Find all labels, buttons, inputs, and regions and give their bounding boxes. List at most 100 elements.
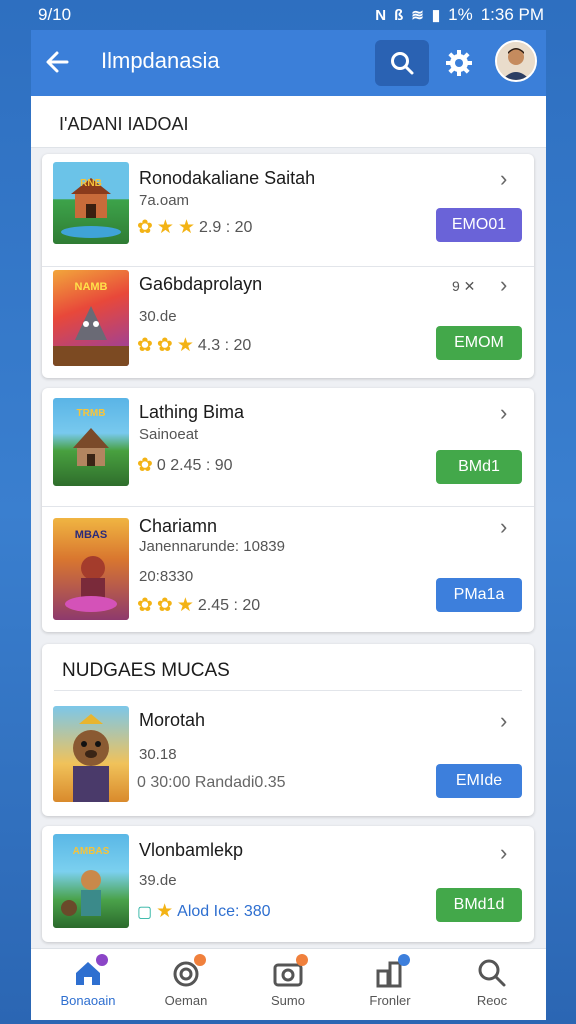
avatar[interactable] [495,40,537,82]
game-subtitle: 7a.oam [139,192,190,209]
search-icon [391,52,414,75]
game-thumbnail: MBAS [53,518,129,620]
star-icon: ★ [176,335,194,356]
game-rating: ✿ 0 2.45 : 90 [137,454,233,477]
game-subtitle: Sainoeat [139,426,199,443]
bluetooth-icon: ß [394,6,404,24]
section-title: NUDGAES MUCAS [62,660,230,681]
game-title: Lathing Bima [139,402,245,422]
game-thumbnail: AMBAS [53,834,129,928]
star-icon: ★ [176,595,194,616]
nav-label: Fronler [369,993,411,1008]
app-bar: Ilmpdanasia [31,30,546,96]
divider [42,506,534,507]
chevron-right-icon[interactable]: › [500,840,507,866]
game-subtitle: Janennarunde: 10839 [139,538,285,555]
rating-text: 0 30:00 Randadi0.35 [137,774,286,791]
signal-icon: ▮ [431,7,441,24]
game-rating: ▢ ★ Alod Ice: 380 [137,900,271,923]
game-title: Chariamn [139,516,218,536]
app-screen: Ilmpdanasia I'ADANI IADOAI RNB Ronodakal… [31,30,546,1020]
svg-text:MBAS: MBAS [75,529,107,541]
star-icon: ✿ [137,217,153,238]
nfc-icon: N [375,6,387,24]
settings-button[interactable] [439,43,479,83]
action-button[interactable]: EMIde [436,764,522,798]
game-subtitle: 30.18 [139,746,177,763]
section-title: I'ADANI IADOAI [59,114,189,134]
list-item[interactable]: Morotah 30.18 0 30:00 Randadi0.35 › EMId… [42,694,534,814]
game-subtitle: 39.de [139,872,177,889]
list-item[interactable]: TRMB Lathing Bima Sainoeat ✿ 0 2.45 : 90… [42,388,534,506]
list-item[interactable]: NAMB Ga6bdaprolayn 30.de ✿ ✿ ★ 4.3 : 20 … [42,266,534,378]
status-clock: 1:36 PM [480,5,544,24]
list-item[interactable]: RNB Ronodakaliane Saitah 7a.oam ✿ ★ ★ 2.… [42,154,534,266]
chevron-right-icon[interactable]: › [500,514,507,540]
list-item[interactable]: AMBAS Vlonbamlekp 39.de ▢ ★ Alod Ice: 38… [42,826,534,942]
notification-badge [96,954,108,966]
game-thumbnail: RNB [53,162,129,244]
rating-text: 4.3 : 20 [197,336,252,354]
svg-text:TRMB: TRMB [77,408,106,419]
game-title: Ronodakaliane Saitah [139,168,316,188]
camera-icon [272,954,308,989]
search-button[interactable] [375,40,429,86]
star-icon: ✿ [156,595,173,616]
nav-label: Reoc [476,993,508,1008]
chevron-right-icon[interactable]: › [500,708,507,734]
svg-text:NAMB: NAMB [75,281,108,293]
notification-badge [194,954,206,966]
search-icon [476,957,508,989]
action-button[interactable]: BMd1d [436,888,522,922]
svg-text:RNB: RNB [80,178,102,189]
chevron-right-icon[interactable]: › [500,272,507,298]
divider [54,690,522,691]
status-bar: 9/10 N ß ≋ ▮ 1% 1:36 PM [0,0,576,30]
game-subtitle: 30.de [139,308,177,325]
nav-label: Oeman [164,993,208,1008]
nav-label: Sumo [271,993,305,1008]
game-title: Morotah [139,710,206,730]
chevron-right-icon[interactable]: › [500,400,507,426]
section-card: NUDGAES MUCAS Morotah 30.18 0 30:00 Rand… [42,644,534,816]
action-button[interactable]: EMOM [436,326,522,360]
game-thumbnail: NAMB [53,270,129,366]
battery-level: 1% [448,5,473,24]
nav-item-search[interactable]: Reoc [447,957,537,1008]
rating-text: Alod Ice: 380 [177,902,271,920]
game-card: TRMB Lathing Bima Sainoeat ✿ 0 2.45 : 90… [42,388,534,632]
game-rating: ✿ ✿ ★ 4.3 : 20 [137,334,251,357]
nav-item-oeman[interactable]: Oeman [141,954,231,1008]
game-rating: ✿ ★ ★ 2.9 : 20 [137,216,252,239]
square-icon: ▢ [137,903,153,921]
svg-text:AMBAS: AMBAS [73,846,110,857]
action-button[interactable]: PMa1a [436,578,522,612]
game-title: Vlonbamlekp [139,840,244,860]
notification-badge [398,954,410,966]
game-subtitle-2: 20:8330 [139,568,194,585]
home-icon [72,954,108,989]
star-icon: ✿ [137,595,153,616]
gear-icon [446,50,472,76]
game-extra: 9 ✕ [452,278,476,294]
status-time: 9/10 [38,5,72,24]
star-icon: ✿ [137,455,153,476]
star-icon: ✿ [156,335,173,356]
page-title: Ilmpdanasia [101,48,220,73]
rating-text: 2.45 : 20 [197,596,261,614]
list-item[interactable]: MBAS Chariamn Janennarunde: 10839 20:833… [42,506,534,632]
arrow-left-icon[interactable] [45,44,75,80]
target-icon [170,954,206,989]
action-button[interactable]: EMO01 [436,208,522,242]
section-header: I'ADANI IADOAI [31,96,546,148]
wifi-icon: ≋ [411,7,424,24]
action-button[interactable]: BMd1 [436,450,522,484]
rating-text: 0 2.45 : 90 [156,456,233,474]
bottom-navigation: Bonaoain Oeman Sumo Fronler Reoc [31,948,546,1020]
game-rating: 0 30:00 Randadi0.35 [137,774,286,792]
nav-item-home[interactable]: Bonaoain [43,954,133,1008]
chevron-right-icon[interactable]: › [500,166,507,192]
nav-item-sumo[interactable]: Sumo [243,954,333,1008]
game-card: RNB Ronodakaliane Saitah 7a.oam ✿ ★ ★ 2.… [42,154,534,378]
nav-item-fronler[interactable]: Fronler [345,954,435,1008]
